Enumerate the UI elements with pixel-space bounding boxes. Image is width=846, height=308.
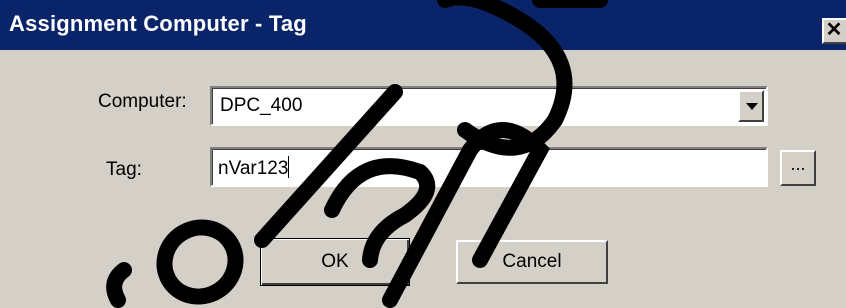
- dropdown-arrow-button[interactable]: [738, 90, 764, 122]
- browse-button[interactable]: ...: [780, 150, 816, 186]
- tag-label: Tag:: [106, 159, 142, 180]
- chevron-down-icon: [746, 103, 758, 110]
- window-title: Assignment Computer - Tag: [9, 11, 307, 36]
- computer-value: DPC_400: [220, 95, 303, 116]
- text-caret: [288, 156, 290, 178]
- cancel-button[interactable]: Cancel: [456, 240, 608, 284]
- assignment-dialog: Assignment Computer - Tag ✕ Computer: DP…: [0, 0, 846, 308]
- close-button[interactable]: ✕: [822, 18, 846, 44]
- tag-value: nVar123: [218, 156, 290, 180]
- close-icon: ✕: [825, 19, 843, 41]
- computer-label: Computer:: [98, 91, 187, 112]
- computer-dropdown[interactable]: DPC_400: [210, 86, 768, 126]
- ok-button[interactable]: OK: [260, 238, 410, 286]
- tag-value-text: nVar123: [218, 158, 289, 179]
- tag-input[interactable]: nVar123: [210, 147, 768, 187]
- title-bar[interactable]: Assignment Computer - Tag ✕: [0, 0, 846, 50]
